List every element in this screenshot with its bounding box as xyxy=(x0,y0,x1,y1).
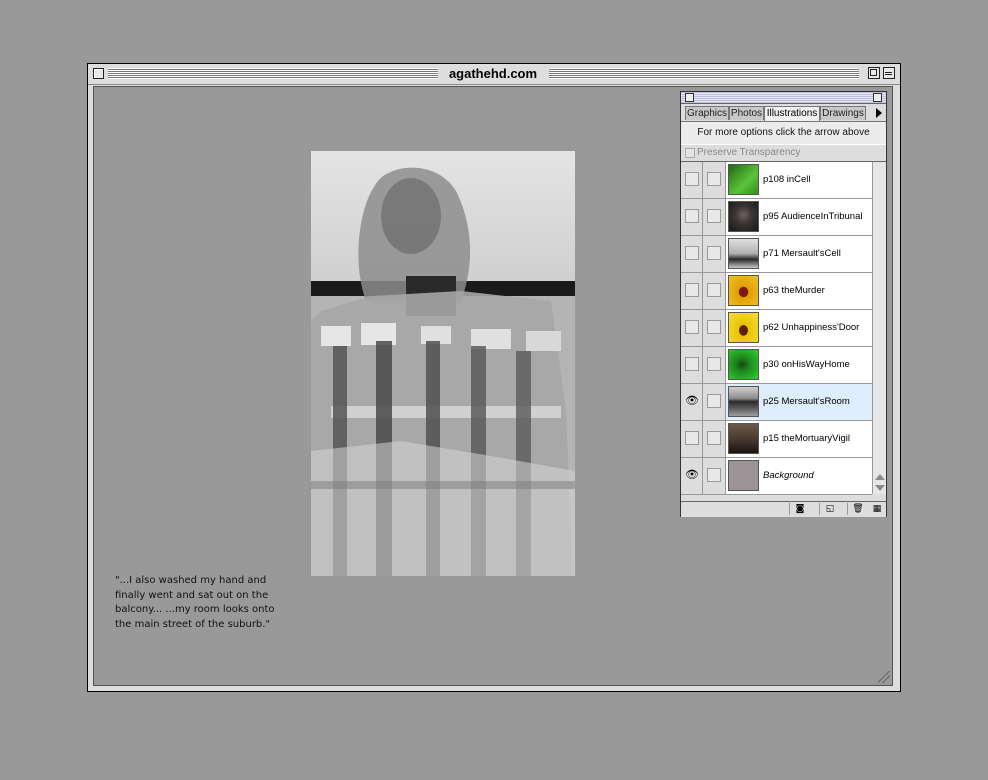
scroll-down-arrow-icon[interactable] xyxy=(875,485,885,491)
layer-row[interactable]: p71 Mersault'sCell xyxy=(681,236,872,273)
layer-row[interactable]: p15 theMortuaryVigil xyxy=(681,421,872,458)
layer-name: p71 Mersault'sCell xyxy=(763,248,841,259)
link-cell[interactable] xyxy=(703,458,726,494)
layer-row[interactable]: p108 inCell xyxy=(681,162,872,199)
link-cell[interactable] xyxy=(703,273,726,309)
mersault-room-illustration xyxy=(311,151,575,576)
link-toggle[interactable] xyxy=(707,172,721,186)
layer-thumbnail xyxy=(728,164,759,195)
eye-icon[interactable]: 👁 xyxy=(685,395,699,407)
link-toggle[interactable] xyxy=(707,357,721,371)
palette-close-box[interactable] xyxy=(685,93,694,102)
link-cell[interactable] xyxy=(703,310,726,346)
visibility-cell[interactable] xyxy=(681,199,703,235)
visibility-cell[interactable] xyxy=(681,273,703,309)
illustration-image xyxy=(311,151,575,576)
visibility-toggle[interactable] xyxy=(685,357,699,371)
layers-palette: Graphics Photos Illustrations Drawings F… xyxy=(680,91,887,517)
visibility-cell[interactable] xyxy=(681,347,703,383)
layer-thumbnail xyxy=(728,386,759,417)
zoom-box[interactable] xyxy=(868,67,880,79)
link-cell[interactable] xyxy=(703,384,726,420)
collapse-box[interactable] xyxy=(883,67,895,79)
layer-thumbnail xyxy=(728,423,759,454)
preserve-transparency-checkbox[interactable] xyxy=(685,148,695,158)
layer-name: p30 onHisWayHome xyxy=(763,359,850,370)
link-cell[interactable] xyxy=(703,236,726,272)
resize-grip[interactable] xyxy=(878,671,890,683)
visibility-cell[interactable]: 👁 xyxy=(681,384,703,420)
link-toggle[interactable] xyxy=(707,468,721,482)
layer-name: p25 Mersault'sRoom xyxy=(763,396,850,407)
link-toggle[interactable] xyxy=(707,246,721,260)
layer-thumbnail xyxy=(728,238,759,269)
link-toggle[interactable] xyxy=(707,320,721,334)
visibility-toggle[interactable] xyxy=(685,320,699,334)
layer-list: p108 inCell p95 AudienceInTribunal p71 M… xyxy=(681,161,872,495)
trash-icon[interactable]: 🗑 xyxy=(847,503,868,515)
layer-thumbnail xyxy=(728,275,759,306)
layer-row-selected[interactable]: 👁 p25 Mersault'sRoom xyxy=(681,384,872,421)
palette-resize-icon[interactable]: ▦ xyxy=(867,503,887,515)
layer-thumbnail xyxy=(728,460,759,491)
scroll-up-arrow-icon[interactable] xyxy=(875,474,885,480)
link-toggle[interactable] xyxy=(707,394,721,408)
preserve-transparency-label: Preserve Transparency xyxy=(697,147,801,158)
layer-row[interactable]: p95 AudienceInTribunal xyxy=(681,199,872,236)
layer-name: p15 theMortuaryVigil xyxy=(763,433,850,444)
tab-photos[interactable]: Photos xyxy=(729,106,764,120)
tab-graphics[interactable]: Graphics xyxy=(685,106,729,120)
eye-icon[interactable]: 👁 xyxy=(685,469,699,481)
window-title: agathehd.com xyxy=(442,64,544,84)
illustration-caption: "...I also washed my hand and finally we… xyxy=(115,575,275,630)
layer-name: p63 theMurder xyxy=(763,285,825,296)
titlebar-stripes-left xyxy=(108,68,438,79)
layer-thumbnail xyxy=(728,312,759,343)
visibility-toggle[interactable] xyxy=(685,209,699,223)
link-toggle[interactable] xyxy=(707,431,721,445)
new-layer-button[interactable]: ◱ xyxy=(819,503,840,515)
palette-zoom-box[interactable] xyxy=(873,93,882,102)
palette-menu-arrow-icon[interactable] xyxy=(876,108,882,118)
layer-row[interactable]: p63 theMurder xyxy=(681,273,872,310)
layer-name: Background xyxy=(763,470,814,481)
palette-tabs: Graphics Photos Illustrations Drawings xyxy=(685,106,875,121)
visibility-cell[interactable] xyxy=(681,236,703,272)
layer-mask-button[interactable]: ◙ xyxy=(789,503,810,515)
link-cell[interactable] xyxy=(703,421,726,457)
layer-name: p95 AudienceInTribunal xyxy=(763,211,863,222)
close-box[interactable] xyxy=(93,68,104,79)
window-titlebar[interactable]: agathehd.com xyxy=(88,64,900,85)
tab-illustrations[interactable]: Illustrations xyxy=(764,106,820,121)
visibility-toggle[interactable] xyxy=(685,246,699,260)
link-cell[interactable] xyxy=(703,162,726,198)
layer-name: p62 Unhappiness'Door xyxy=(763,322,860,333)
titlebar-stripes-right xyxy=(549,68,859,79)
link-toggle[interactable] xyxy=(707,209,721,223)
link-toggle[interactable] xyxy=(707,283,721,297)
visibility-cell[interactable] xyxy=(681,310,703,346)
layer-thumbnail xyxy=(728,349,759,380)
visibility-toggle[interactable] xyxy=(685,431,699,445)
preserve-transparency-row: Preserve Transparency xyxy=(681,144,886,162)
visibility-cell[interactable] xyxy=(681,421,703,457)
layer-row[interactable]: p30 onHisWayHome xyxy=(681,347,872,384)
tab-drawings[interactable]: Drawings xyxy=(820,106,866,120)
layer-row[interactable]: p62 Unhappiness'Door xyxy=(681,310,872,347)
options-area: For more options click the arrow above xyxy=(681,121,886,144)
palette-titlebar[interactable] xyxy=(681,92,886,104)
layer-list-scrollbar[interactable] xyxy=(872,161,886,494)
layer-thumbnail xyxy=(728,201,759,232)
link-cell[interactable] xyxy=(703,199,726,235)
layer-row[interactable]: 👁 Background xyxy=(681,458,872,495)
layer-name: p108 inCell xyxy=(763,174,811,185)
options-hint: For more options click the arrow above xyxy=(697,127,870,138)
visibility-cell[interactable] xyxy=(681,162,703,198)
palette-bottom-bar: ◙ ◱ 🗑 ▦ xyxy=(681,501,886,517)
visibility-toggle[interactable] xyxy=(685,283,699,297)
visibility-toggle[interactable] xyxy=(685,172,699,186)
visibility-cell[interactable]: 👁 xyxy=(681,458,703,494)
link-cell[interactable] xyxy=(703,347,726,383)
